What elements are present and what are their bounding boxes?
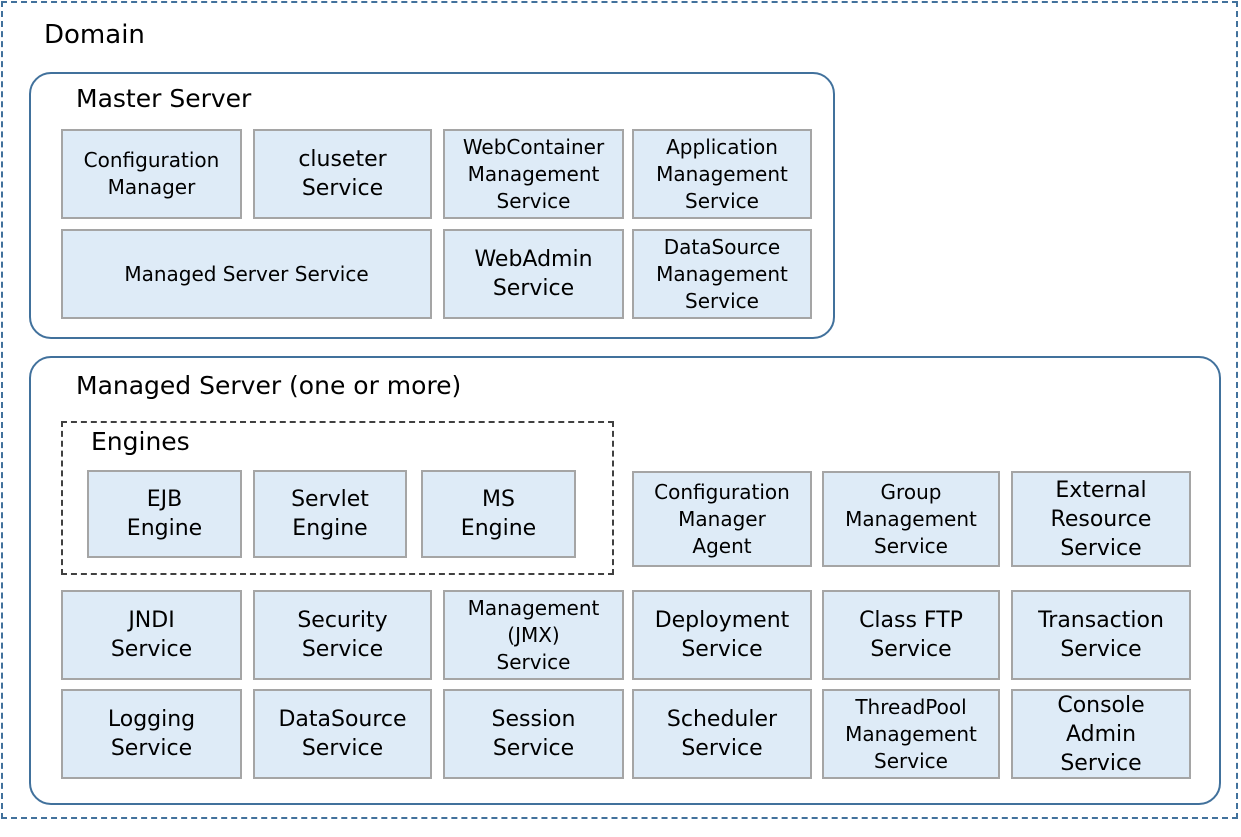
service-transaction: Transaction Service	[1011, 590, 1191, 680]
service-datasource-management: DataSource Management Service	[632, 229, 812, 319]
service-class-ftp: Class FTP Service	[822, 590, 1000, 680]
domain-title: Domain	[44, 20, 145, 50]
service-configuration-manager-agent: Configuration Manager Agent	[632, 471, 812, 567]
service-console-admin: Console Admin Service	[1011, 689, 1191, 779]
engine-ms: MS Engine	[421, 470, 576, 558]
service-group-management: Group Management Service	[822, 471, 1000, 567]
service-security: Security Service	[253, 590, 432, 680]
service-managed-server: Managed Server Service	[61, 229, 432, 319]
engine-ejb: EJB Engine	[87, 470, 242, 558]
managed-server-title: Managed Server (one or more)	[76, 371, 462, 400]
service-cluster: cluseter Service	[253, 129, 432, 219]
engines-title: Engines	[91, 427, 190, 456]
engine-servlet: Servlet Engine	[253, 470, 407, 558]
master-server-title: Master Server	[76, 84, 252, 113]
service-external-resource: External Resource Service	[1011, 471, 1191, 567]
service-jndi: JNDI Service	[61, 590, 242, 680]
service-scheduler: Scheduler Service	[632, 689, 812, 779]
service-threadpool-management: ThreadPool Management Service	[822, 689, 1000, 779]
service-deployment: Deployment Service	[632, 590, 812, 680]
service-datasource: DataSource Service	[253, 689, 432, 779]
service-session: Session Service	[443, 689, 624, 779]
service-webcontainer-management: WebContainer Management Service	[443, 129, 624, 219]
service-configuration-manager: Configuration Manager	[61, 129, 242, 219]
service-application-management: Application Management Service	[632, 129, 812, 219]
service-webadmin: WebAdmin Service	[443, 229, 624, 319]
service-logging: Logging Service	[61, 689, 242, 779]
service-management-jmx: Management (JMX) Service	[443, 590, 624, 680]
